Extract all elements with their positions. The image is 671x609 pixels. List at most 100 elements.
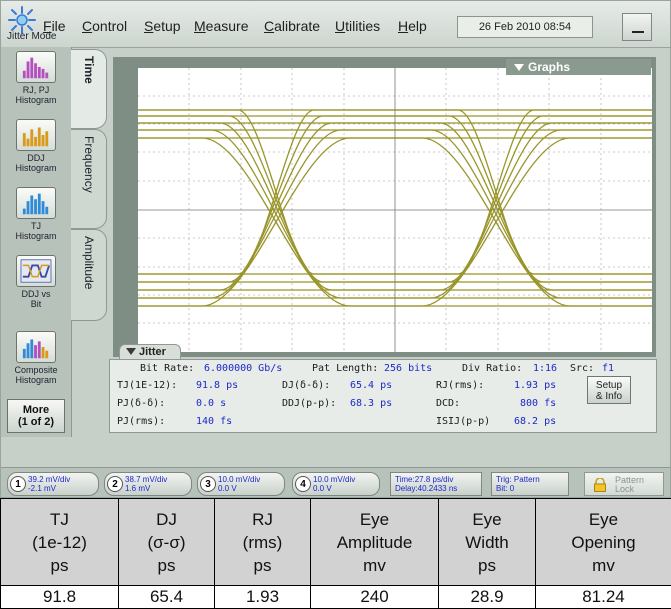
tj-histogram-icon bbox=[16, 187, 56, 219]
channel-bar: 1 39.2 mV/div -2.1 mV 2 38.7 mV/div 1.6 … bbox=[1, 467, 670, 497]
tab-frequency[interactable]: Frequency bbox=[71, 129, 107, 229]
graphs-label: Graphs bbox=[528, 60, 571, 74]
tj-value: 91.8 ps bbox=[196, 380, 239, 391]
rj-label: RJ(rms): bbox=[436, 380, 485, 391]
trigger-source: Trig: Pattern bbox=[496, 475, 540, 484]
graph-frame bbox=[113, 57, 656, 357]
menu-bar: Jitter Mode File Control Setup Measure C… bbox=[1, 1, 670, 48]
tool-composite-histogram[interactable]: Composite Histogram bbox=[6, 331, 66, 385]
value-rj: 1.93 bbox=[214, 585, 311, 609]
instrument-window: Jitter Mode File Control Setup Measure C… bbox=[0, 0, 671, 498]
jitter-summary-panel: Bit Rate: 6.000000 Gb/s Pat Length: 256 … bbox=[109, 359, 657, 433]
channel-scale: 10.0 mV/div bbox=[313, 475, 356, 484]
pat-length-value: 256 bits bbox=[384, 363, 433, 374]
channel-number: 3 bbox=[200, 476, 216, 492]
tool-ddj-histogram[interactable]: DDJ Histogram bbox=[6, 119, 66, 173]
menu-calibrate[interactable]: Calibrate bbox=[264, 18, 320, 34]
tool-ddj-vs-bit[interactable]: DDJ vs Bit bbox=[6, 255, 66, 309]
results-table: TJ (1e-12) ps DJ (σ-σ) ps RJ (rms) ps Ey… bbox=[0, 498, 671, 609]
menu-utilities[interactable]: Utilities bbox=[335, 18, 380, 34]
value-eye-width: 28.9 bbox=[438, 585, 536, 609]
channel-number: 2 bbox=[107, 476, 123, 492]
channel-offset: 0.0 V bbox=[313, 484, 332, 493]
channel-scale: 39.2 mV/div bbox=[28, 475, 71, 484]
trigger-button[interactable]: Trig: Pattern Bit: 0 bbox=[491, 472, 569, 496]
menu-file[interactable]: File bbox=[43, 18, 66, 34]
results-header-row: TJ (1e-12) ps DJ (σ-σ) ps RJ (rms) ps Ey… bbox=[0, 498, 671, 586]
time-per-div: Time:27.8 ps/div bbox=[395, 475, 454, 484]
tool-rj-pj-histogram[interactable]: RJ, PJ Histogram bbox=[6, 51, 66, 105]
tool-label: DDJ vs Bit bbox=[21, 289, 51, 309]
src-value: f1 bbox=[602, 363, 615, 374]
menu-help[interactable]: Help bbox=[398, 18, 427, 34]
tool-label: RJ, PJ Histogram bbox=[15, 85, 57, 105]
header-rj: RJ (rms) ps bbox=[214, 498, 311, 586]
header-tj: TJ (1e-12) ps bbox=[0, 498, 119, 586]
pj-rms-value: 140 fs bbox=[196, 416, 233, 427]
div-ratio-label: Div Ratio: bbox=[462, 363, 523, 374]
channel-number: 4 bbox=[295, 476, 311, 492]
channel-2-button[interactable]: 2 38.7 mV/div 1.6 mV bbox=[104, 472, 192, 496]
channel-offset: 0.0 V bbox=[218, 484, 237, 493]
minimize-button[interactable] bbox=[622, 13, 652, 41]
channel-3-button[interactable]: 3 10.0 mV/div 0.0 V bbox=[197, 472, 285, 496]
menu-measure[interactable]: Measure bbox=[194, 18, 248, 34]
value-eye-amplitude: 240 bbox=[310, 585, 439, 609]
datetime-display: 26 Feb 2010 08:54 bbox=[457, 16, 593, 38]
pat-length-label: Pat Length: bbox=[312, 363, 379, 374]
channel-4-button[interactable]: 4 10.0 mV/div 0.0 V bbox=[292, 472, 380, 496]
ddj-label: DDJ(p-p): bbox=[282, 398, 337, 409]
timebase-button[interactable]: Time:27.8 ps/div Delay:40.2433 ns bbox=[390, 472, 482, 496]
more-button[interactable]: More (1 of 2) bbox=[7, 399, 65, 433]
ddj-value: 68.3 ps bbox=[350, 398, 393, 409]
trigger-bit: Bit: 0 bbox=[496, 484, 515, 493]
pj-label: PJ(δ-δ): bbox=[117, 398, 166, 409]
graphs-dropdown[interactable]: Graphs bbox=[506, 59, 651, 75]
header-eye-amplitude: Eye Amplitude mv bbox=[310, 498, 439, 586]
tab-amplitude[interactable]: Amplitude bbox=[71, 229, 107, 321]
tab-label: Frequency bbox=[82, 136, 96, 193]
header-eye-opening: Eye Opening mv bbox=[535, 498, 671, 586]
isij-label: ISIJ(p-p) bbox=[436, 416, 491, 427]
lock-icon bbox=[594, 478, 606, 492]
tab-time[interactable]: Time bbox=[71, 49, 107, 129]
channel-offset: -2.1 mV bbox=[28, 484, 57, 493]
minimize-icon bbox=[632, 31, 644, 33]
delay-value: Delay:40.2433 ns bbox=[395, 484, 458, 493]
pattern-lock-button[interactable]: Pattern Lock bbox=[584, 472, 664, 496]
jitter-panel-toggle[interactable]: Jitter bbox=[119, 344, 181, 359]
header-eye-width: Eye Width ps bbox=[438, 498, 536, 586]
tab-label: Amplitude bbox=[82, 236, 96, 290]
menu-control[interactable]: Control bbox=[82, 18, 127, 34]
pj-rms-label: PJ(rms): bbox=[117, 416, 166, 427]
setup-info-button[interactable]: Setup & Info bbox=[587, 376, 631, 404]
ddj-vs-bit-icon bbox=[16, 255, 56, 287]
channel-1-button[interactable]: 1 39.2 mV/div -2.1 mV bbox=[7, 472, 99, 496]
tab-label: Time bbox=[82, 56, 96, 84]
eye-diagram-plot[interactable] bbox=[138, 68, 652, 352]
value-tj: 91.8 bbox=[0, 585, 119, 609]
dcd-label: DCD: bbox=[436, 398, 461, 409]
menu-setup[interactable]: Setup bbox=[144, 18, 181, 34]
tool-label: TJ Histogram bbox=[15, 221, 57, 241]
div-ratio-value: 1:16 bbox=[533, 363, 558, 374]
isij-value: 68.2 ps bbox=[514, 416, 557, 427]
bit-rate-label: Bit Rate: bbox=[140, 363, 195, 374]
tool-label: DDJ Histogram bbox=[15, 153, 57, 173]
value-eye-opening: 81.24 bbox=[535, 585, 671, 609]
bit-rate-value: 6.000000 Gb/s bbox=[204, 363, 283, 374]
channel-scale: 10.0 mV/div bbox=[218, 475, 261, 484]
tool-panel: RJ, PJ Histogram DDJ Histogram TJ Histog… bbox=[1, 47, 72, 437]
channel-number: 1 bbox=[10, 476, 26, 492]
dropdown-triangle-icon bbox=[514, 64, 524, 71]
pattern-lock-label: Pattern Lock bbox=[615, 475, 645, 494]
pj-value: 0.0 s bbox=[196, 398, 227, 409]
collapse-triangle-icon bbox=[126, 348, 136, 355]
jitter-tab-label: Jitter bbox=[139, 346, 166, 358]
tool-tj-histogram[interactable]: TJ Histogram bbox=[6, 187, 66, 241]
tj-label: TJ(1E-12): bbox=[117, 380, 178, 391]
rj-value: 1.93 ps bbox=[514, 380, 557, 391]
rj-pj-histogram-icon bbox=[16, 51, 56, 83]
channel-scale: 38.7 mV/div bbox=[125, 475, 168, 484]
composite-histogram-icon bbox=[16, 331, 56, 363]
